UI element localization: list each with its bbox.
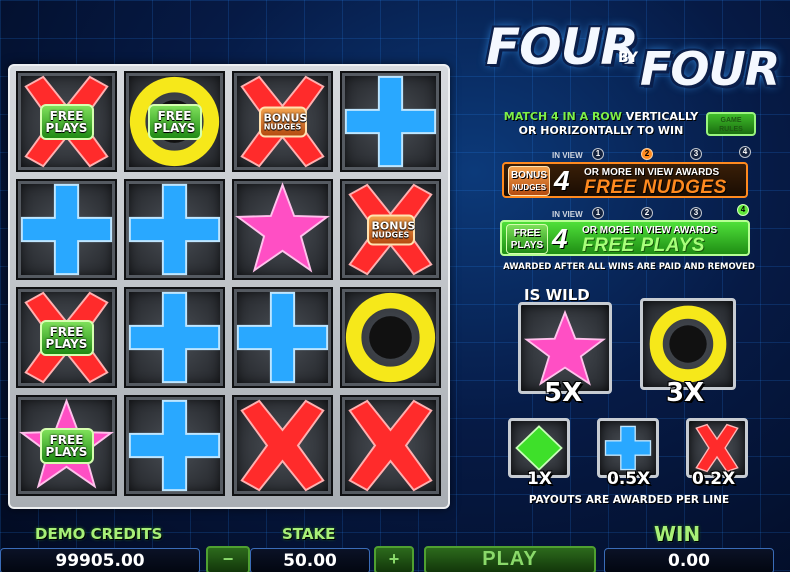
- bonus-nudges-badge: BONUS NUDGES: [366, 214, 415, 245]
- plays-icon-line2: PLAYS: [510, 240, 544, 251]
- plays-dot-3: 3: [690, 207, 702, 219]
- rules-highlight: MATCH 4 IN A ROW: [503, 110, 622, 123]
- bonus-nudges-badge: BONUS NUDGES: [258, 106, 307, 137]
- reel-cell: [340, 395, 441, 496]
- badge-line2: PLAYS: [45, 120, 88, 135]
- badge-line2: PLAYS: [45, 336, 88, 351]
- win-label: WIN: [654, 522, 701, 546]
- rules-line1-rest: VERTICALLY: [625, 110, 699, 123]
- free-plays-award: FREE PLAYS 4 OR MORE IN VIEW AWARDS FREE…: [500, 220, 750, 256]
- star-multiplier: 5X: [544, 378, 583, 408]
- game-logo: FOUR BY FOUR: [478, 18, 780, 102]
- in-view-dot-1: 1: [592, 148, 604, 160]
- badge-line2: PLAYS: [153, 120, 196, 135]
- free-plays-badge: FREE PLAYS: [39, 103, 94, 140]
- logo-by: BY: [618, 50, 639, 66]
- stake-value: 50.00: [250, 548, 370, 572]
- reel-cell: [340, 71, 441, 172]
- in-view-label-plays: IN VIEW: [552, 210, 583, 219]
- reel-cell: [16, 179, 117, 280]
- in-view-label-nudges: IN VIEW: [552, 151, 583, 160]
- reel-cell: FREE PLAYS: [16, 287, 117, 388]
- nudges-icon-line2: NUDGES: [511, 183, 547, 192]
- reel-cell: [232, 179, 333, 280]
- stake-minus-button[interactable]: −: [206, 546, 250, 572]
- nudges-big-free: FREE: [584, 177, 637, 198]
- nudges-icon-line1: BONUS: [510, 170, 548, 181]
- in-view-dot-3: 3: [690, 148, 702, 160]
- nudges-big-text: FREE NUDGES: [584, 177, 727, 199]
- in-view-dot-4: 4: [739, 146, 751, 158]
- reels-board: FREE PLAYS FREE PLAYS BONUS NUDGES BONUS NUDGES…: [8, 64, 450, 509]
- plays-big-text: FREE PLAYS: [582, 235, 705, 256]
- bonus-nudges-icon: BONUS NUDGES: [508, 166, 550, 196]
- free-plays-badge: FREE PLAYS: [39, 319, 94, 356]
- reel-cell: FREE PLAYS: [124, 71, 225, 172]
- reel-cell: [340, 287, 441, 388]
- reel-cell: [232, 395, 333, 496]
- nudges-count: 4: [554, 165, 570, 196]
- rules-text: MATCH 4 IN A ROW VERTICALLY OR HORIZONTA…: [496, 110, 706, 138]
- green-diamond-icon: [515, 425, 563, 471]
- x-multiplier: 0.2X: [692, 469, 736, 489]
- plus-multiplier: 0.5X: [607, 469, 651, 489]
- nudges-big-nudges: NUDGES: [642, 177, 727, 198]
- reel-cell: FREE PLAYS: [16, 395, 117, 496]
- reel-cell: FREE PLAYS: [16, 71, 117, 172]
- red-x-icon: [695, 423, 739, 473]
- reel-cell: [232, 287, 333, 388]
- play-button[interactable]: PLAY: [424, 546, 596, 572]
- free-plays-badge: FREE PLAYS: [147, 103, 202, 140]
- plays-icon-line1: FREE: [513, 228, 541, 239]
- plays-dot-4: 4: [737, 204, 749, 216]
- plays-dot-1: 1: [592, 207, 604, 219]
- free-plays-badge: FREE PLAYS: [39, 427, 94, 464]
- diamond-multiplier: 1X: [527, 469, 552, 489]
- win-value: 0.00: [604, 548, 774, 572]
- reel-cell: BONUS NUDGES: [232, 71, 333, 172]
- yellow-ring-icon: [649, 305, 727, 383]
- free-plays-icon: FREE PLAYS: [506, 224, 548, 254]
- badge-line2: NUDGES: [263, 122, 302, 131]
- plays-dot-2: 2: [641, 207, 653, 219]
- logo-word-bottom: FOUR: [640, 42, 780, 96]
- badge-line2: PLAYS: [45, 444, 88, 459]
- reel-cell: [124, 287, 225, 388]
- game-rules-button[interactable]: GAME RULES: [706, 112, 756, 136]
- badge-line2: NUDGES: [371, 230, 410, 239]
- reel-cell: BONUS NUDGES: [340, 179, 441, 280]
- payouts-footer: PAYOUTS ARE AWARDED PER LINE: [528, 494, 730, 506]
- stake-plus-button[interactable]: +: [374, 546, 414, 572]
- stake-label: STAKE: [282, 525, 336, 543]
- ring-box: [640, 298, 736, 390]
- rules-line2: OR HORIZONTALLY TO WIN: [518, 124, 684, 137]
- ring-multiplier: 3X: [666, 378, 705, 408]
- reel-cell: [124, 395, 225, 496]
- plays-count: 4: [552, 223, 568, 254]
- demo-credits-label: DEMO CREDITS: [35, 525, 163, 543]
- bonus-nudges-award: BONUS NUDGES 4 OR MORE IN VIEW AWARDS FR…: [502, 162, 748, 198]
- in-view-dot-2: 2: [641, 148, 653, 160]
- logo-word-top: FOUR: [486, 18, 639, 76]
- blue-plus-icon: [604, 425, 652, 471]
- reel-cell: [124, 179, 225, 280]
- demo-credits-value: 99905.00: [0, 548, 200, 572]
- awards-footnote: AWARDED AFTER ALL WINS ARE PAID AND REMO…: [503, 262, 755, 272]
